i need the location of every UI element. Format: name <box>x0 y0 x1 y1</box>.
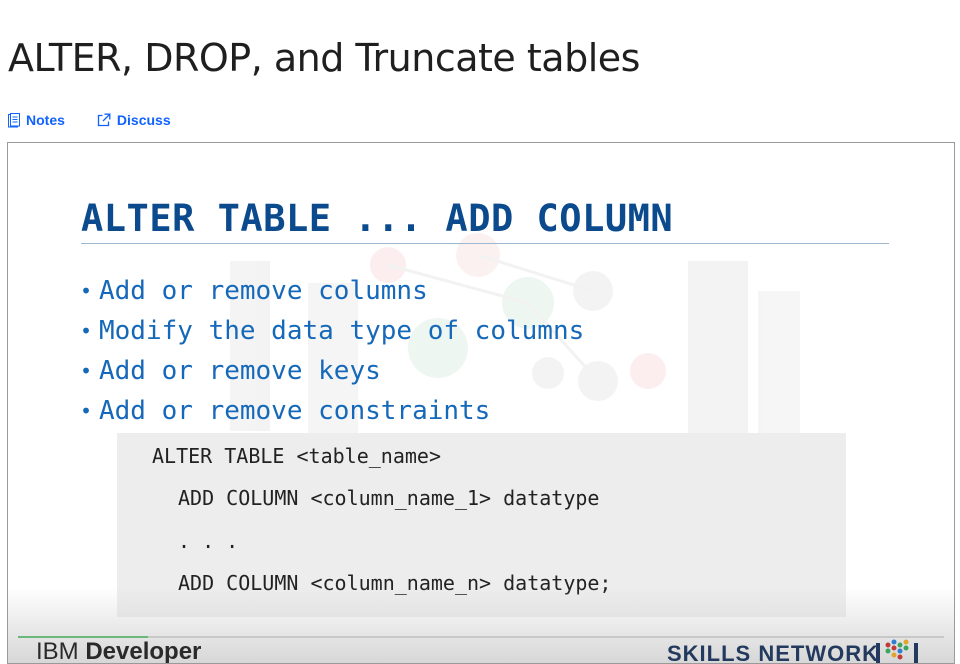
code-line: ADD COLUMN <column_name_1> datatype <box>178 486 600 510</box>
bullet-item: • Add or remove keys <box>80 351 584 391</box>
page-title: ALTER, DROP, and Truncate tables <box>8 36 640 80</box>
skills-network-mark-icon <box>876 639 918 663</box>
notes-link[interactable]: Notes <box>8 112 65 128</box>
slide-bullet-list: • Add or remove columns • Modify the data … <box>80 271 584 431</box>
notes-icon <box>8 112 20 127</box>
video-player[interactable]: ALTER TABLE ... ADD COLUMN • Add or remov… <box>7 142 955 664</box>
bullet-item: • Add or remove columns <box>80 271 584 311</box>
bullet-text: Modify the data type of columns <box>99 316 585 346</box>
bullet-dot: • <box>80 359 93 383</box>
bullet-text: Add or remove keys <box>99 356 381 386</box>
bullet-text: Add or remove constraints <box>99 396 491 426</box>
ibm-developer-logo: IBM Developer <box>36 637 202 664</box>
bullet-item: • Modify the data type of columns <box>80 311 584 351</box>
skills-network-logo: SKILLS NETWORK <box>667 641 879 664</box>
notes-label: Notes <box>26 112 65 128</box>
bullet-item: • Add or remove constraints <box>80 391 584 431</box>
discuss-link[interactable]: Discuss <box>97 112 171 128</box>
developer-logo-text: Developer <box>85 638 202 664</box>
external-link-icon <box>97 113 111 127</box>
code-line: ALTER TABLE <table_name> <box>152 444 441 468</box>
code-line: . . . <box>178 529 239 553</box>
bullet-dot: • <box>80 399 93 423</box>
bullet-dot: • <box>80 279 93 303</box>
slide-title: ALTER TABLE ... ADD COLUMN <box>81 197 674 240</box>
bullet-dot: • <box>80 319 93 343</box>
lesson-actions: Notes Discuss <box>8 110 171 130</box>
ibm-logo-text: IBM <box>36 638 86 664</box>
bullet-text: Add or remove columns <box>99 276 428 306</box>
discuss-label: Discuss <box>116 112 171 128</box>
slide-title-divider <box>81 243 889 244</box>
